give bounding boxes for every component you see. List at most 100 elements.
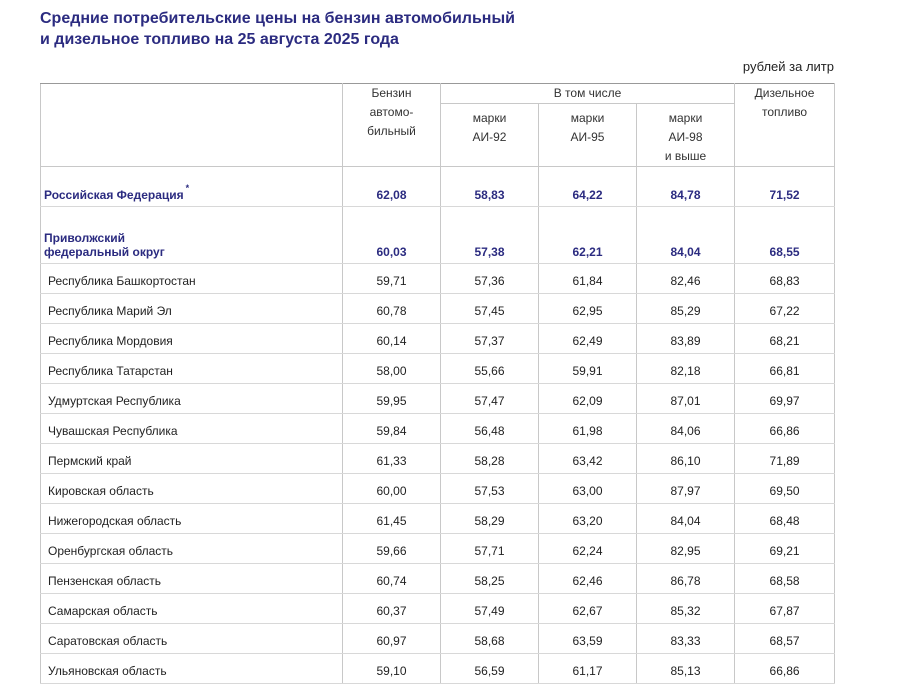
header-ai98-line-3: и выше	[664, 149, 707, 163]
header-gasoline-line-1: Бензин	[371, 86, 412, 100]
table-row: Республика Марий Эл 60,78 57,45 62,95 85,29 6…	[40, 293, 836, 324]
cell-diesel: 71,52	[734, 166, 836, 207]
row-name: Пермский край	[40, 443, 343, 474]
district-name-line-1: Приволжский	[44, 231, 125, 245]
header-gasoline-line-3: бильный	[367, 124, 416, 138]
header-ai92-line-1: марки	[472, 111, 507, 125]
cell-gasoline: 60,78	[342, 293, 441, 324]
row-name: Самарская область	[40, 593, 343, 624]
cell-ai95: 63,00	[538, 473, 637, 504]
cell-gasoline: 60,97	[342, 623, 441, 654]
cell-ai98: 84,04	[635, 206, 736, 264]
cell-ai95: 62,09	[538, 383, 637, 414]
cell-ai98: 85,13	[635, 653, 736, 684]
cell-ai95: 61,17	[538, 653, 637, 684]
cell-ai95: 62,67	[538, 593, 637, 624]
cell-ai95: 63,42	[538, 443, 637, 474]
page-title-line-1: Средние потребительские цены на бензин а…	[40, 10, 515, 27]
cell-ai95: 62,46	[538, 563, 637, 594]
table-row: Пермский край 61,33 58,28 63,42 86,10 71,89	[40, 443, 836, 474]
table-row: Пензенская область 60,74 58,25 62,46 86,78 68…	[40, 563, 836, 594]
cell-ai98: 82,95	[635, 533, 736, 564]
cell-diesel: 68,83	[734, 263, 836, 294]
header-including: В том числе	[439, 83, 736, 104]
cell-ai98: 86,10	[635, 443, 736, 474]
cell-ai95: 62,49	[538, 323, 637, 354]
row-name: Приволжский федеральный округ	[40, 206, 343, 264]
cell-gasoline: 61,45	[342, 503, 441, 534]
row-name: Республика Мордовия	[40, 323, 343, 354]
footnote-mark: *	[185, 183, 190, 193]
table-row: Республика Мордовия 60,14 57,37 62,49 83,89 6…	[40, 323, 836, 354]
cell-gasoline: 60,14	[342, 323, 441, 354]
cell-ai98: 87,97	[635, 473, 736, 504]
table-row: Республика Татарстан 58,00 55,66 59,91 82,18…	[40, 353, 836, 384]
cell-ai98: 86,78	[635, 563, 736, 594]
cell-ai95: 63,59	[538, 623, 637, 654]
table-row: Оренбургская область 59,66 57,71 62,24 82,95…	[40, 533, 836, 564]
row-name: Удмуртская Республика	[40, 383, 343, 414]
row-name: Нижегородская область	[40, 503, 343, 534]
row-name: Российская Федерация *	[40, 166, 343, 207]
row-name: Пензенская область	[40, 563, 343, 594]
cell-ai92: 58,25	[440, 563, 539, 594]
cell-ai98: 83,33	[635, 623, 736, 654]
cell-gasoline: 59,10	[342, 653, 441, 684]
cell-diesel: 68,21	[734, 323, 836, 354]
row-name: Саратовская область	[40, 623, 343, 654]
cell-diesel: 68,58	[734, 563, 836, 594]
header-ai95-line-1: марки	[570, 111, 605, 125]
cell-diesel: 66,81	[734, 353, 836, 384]
district-name-line-2: федеральный округ	[44, 245, 165, 259]
row-name: Ульяновская область	[40, 653, 343, 684]
table-row-federation: Российская Федерация * 62,08 58,83 64,22 …	[40, 166, 836, 207]
cell-diesel: 67,87	[734, 593, 836, 624]
table-row: Саратовская область 60,97 58,68 63,59 83,33 6…	[40, 623, 836, 654]
cell-gasoline: 59,84	[342, 413, 441, 444]
cell-ai92: 57,71	[440, 533, 539, 564]
row-name: Чувашская Республика	[40, 413, 343, 444]
cell-ai92: 57,47	[440, 383, 539, 414]
page-title-line-2: и дизельное топливо на 25 августа 2025 г…	[40, 31, 399, 48]
cell-ai92: 58,29	[440, 503, 539, 534]
page-title: Средние потребительские цены на бензин а…	[40, 8, 515, 50]
cell-ai92: 55,66	[440, 353, 539, 384]
row-name: Кировская область	[40, 473, 343, 504]
table-row: Удмуртская Республика 59,95 57,47 62,09 87,0…	[40, 383, 836, 414]
cell-ai98: 85,32	[635, 593, 736, 624]
header-ai98: марки АИ-98 и выше	[635, 103, 736, 167]
cell-diesel: 68,48	[734, 503, 836, 534]
cell-ai98: 84,78	[635, 166, 736, 207]
header-ai95-line-2: АИ-95	[570, 130, 605, 144]
cell-ai98: 84,06	[635, 413, 736, 444]
fuel-price-table: Бензин автомо- бильный В том числе Дизел…	[40, 83, 836, 684]
cell-diesel: 69,50	[734, 473, 836, 504]
cell-ai98: 85,29	[635, 293, 736, 324]
cell-gasoline: 59,95	[342, 383, 441, 414]
header-ai98-line-1: марки	[668, 111, 703, 125]
cell-ai98: 82,46	[635, 263, 736, 294]
cell-ai92: 56,48	[440, 413, 539, 444]
table-row: Нижегородская область 61,45 58,29 63,20 84,0…	[40, 503, 836, 534]
cell-diesel: 71,89	[734, 443, 836, 474]
cell-gasoline: 60,00	[342, 473, 441, 504]
table-header: Бензин автомо- бильный В том числе Дизел…	[40, 83, 836, 167]
cell-diesel: 66,86	[734, 653, 836, 684]
cell-ai92: 57,36	[440, 263, 539, 294]
header-ai92-line-2: АИ-92	[472, 130, 507, 144]
table-row-district: Приволжский федеральный округ 60,03 57,3…	[40, 206, 836, 264]
table-row: Республика Башкортостан 59,71 57,36 61,84 82…	[40, 263, 836, 294]
cell-ai95: 62,24	[538, 533, 637, 564]
cell-ai95: 64,22	[538, 166, 637, 207]
row-name: Республика Башкортостан	[40, 263, 343, 294]
cell-ai92: 56,59	[440, 653, 539, 684]
table-row: Чувашская Республика 59,84 56,48 61,98 84,06…	[40, 413, 836, 444]
table-row: Ульяновская область 59,10 56,59 61,17 85,13 6…	[40, 653, 836, 684]
header-ai95: марки АИ-95	[538, 103, 637, 167]
cell-ai92: 57,53	[440, 473, 539, 504]
cell-ai98: 83,89	[635, 323, 736, 354]
cell-diesel: 67,22	[734, 293, 836, 324]
table-row: Кировская область 60,00 57,53 63,00 87,97 69,…	[40, 473, 836, 504]
cell-ai92: 57,45	[440, 293, 539, 324]
cell-diesel: 68,55	[734, 206, 836, 264]
